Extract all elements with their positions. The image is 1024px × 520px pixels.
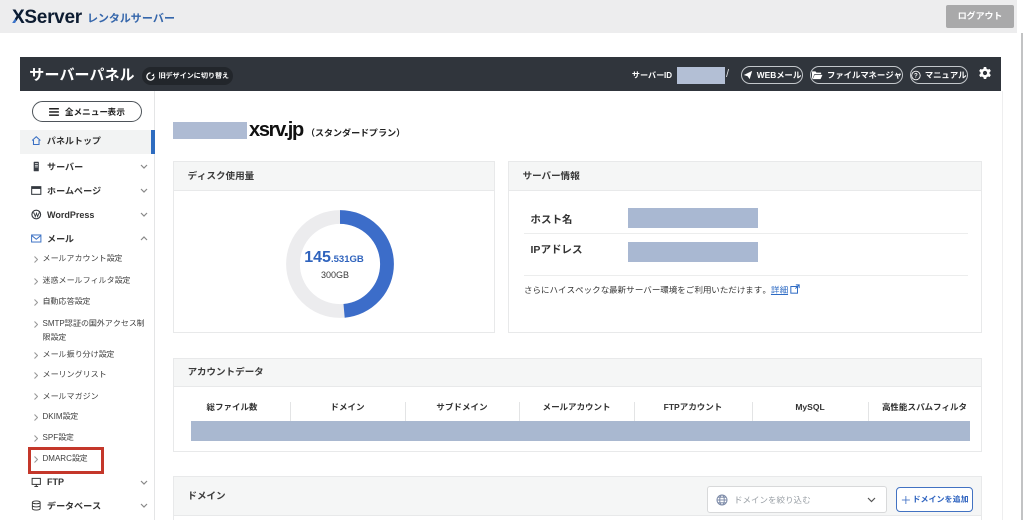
svg-text:?: ? [914, 72, 918, 79]
